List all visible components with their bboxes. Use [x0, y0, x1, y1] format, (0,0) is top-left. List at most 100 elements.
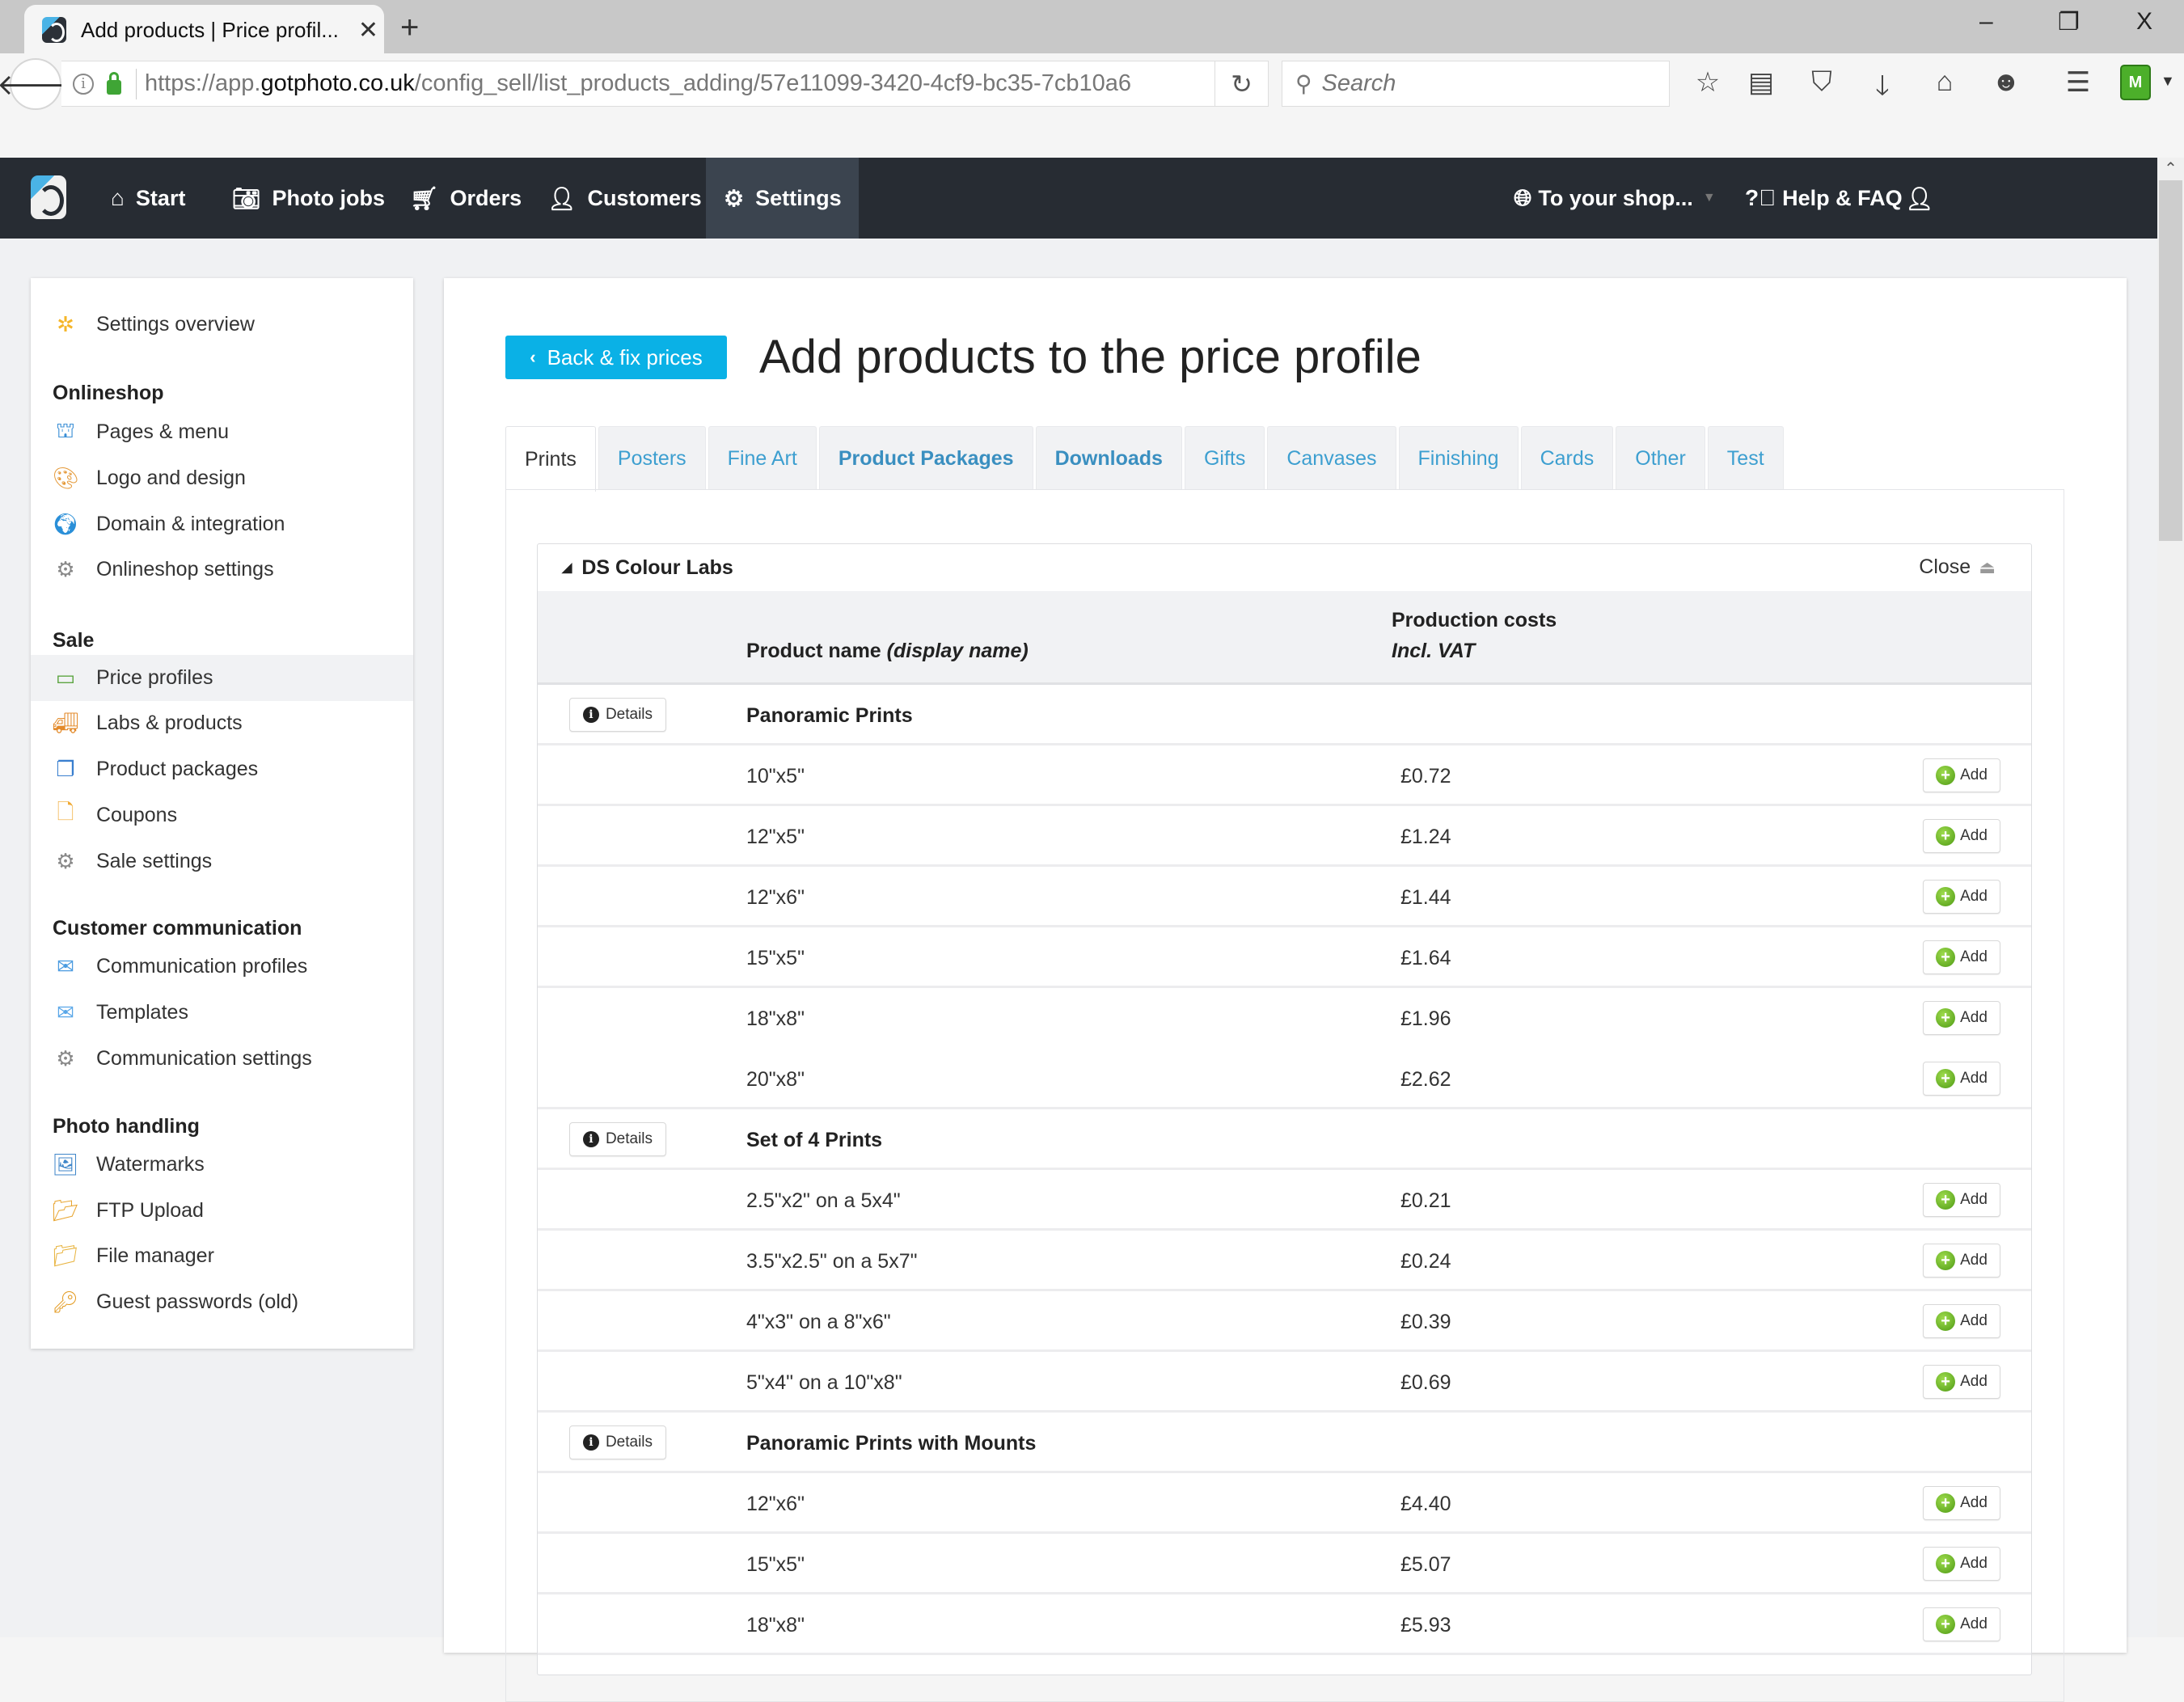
tab-posters[interactable]: Posters	[598, 426, 706, 490]
browser-tab[interactable]: Add products | Price profil... ✕	[24, 5, 384, 55]
tab-finishing[interactable]: Finishing	[1398, 426, 1519, 490]
product-price: £0.24	[1400, 1250, 1451, 1273]
tab-gifts[interactable]: Gifts	[1184, 426, 1265, 490]
sidebar-item-communication-profiles[interactable]: ✉ Communication profiles	[31, 944, 413, 988]
menu-icon[interactable]: ☰	[2060, 66, 2096, 99]
nav-photo-jobs[interactable]: 📷︎ Photo jobs	[214, 158, 403, 239]
add-product-button[interactable]: + Add	[1923, 940, 2000, 974]
back-fix-prices-button[interactable]: ‹ Back & fix prices	[505, 336, 727, 379]
add-label: Add	[1960, 1373, 1988, 1390]
sidebar-item-settings-overview[interactable]: ✲ Settings overview	[31, 302, 413, 346]
restore-button[interactable]: ❐	[2058, 8, 2080, 36]
sidebar-item-price-profiles[interactable]: ▭ Price profiles	[31, 655, 413, 701]
chat-icon[interactable]: ☻	[1988, 66, 2024, 98]
lab-header[interactable]: ◢ DS Colour Labs Close ⏏	[538, 544, 2031, 591]
address-bar[interactable]: i https://app.gotphoto.co.uk/config_sell…	[61, 61, 1269, 107]
reload-icon[interactable]: ↻	[1215, 61, 1268, 106]
browser-back-button[interactable]: 🡐	[0, 58, 74, 110]
details-button[interactable]: i Details	[569, 1425, 666, 1459]
account-button[interactable]: 👤︎	[1905, 158, 1945, 239]
tab-cards[interactable]: Cards	[1520, 426, 1614, 490]
plus-circle-icon: +	[1936, 948, 1956, 967]
add-product-button[interactable]: + Add	[1923, 1486, 2000, 1520]
page-scrollbar[interactable]: ⌃	[2157, 158, 2184, 1637]
sidebar-item-domain-integration[interactable]: 🌍︎ Domain & integration	[31, 502, 413, 546]
reader-list-icon[interactable]: ▤	[1743, 66, 1779, 99]
add-product-button[interactable]: + Add	[1923, 1001, 2000, 1035]
sidebar-item-label: FTP Upload	[96, 1198, 204, 1222]
app-logo[interactable]	[31, 175, 66, 219]
home-icon[interactable]: ⌂	[1927, 66, 1962, 98]
chevron-down-icon[interactable]: ▼	[2161, 73, 2175, 90]
tab-downloads[interactable]: Downloads	[1035, 426, 1182, 490]
sidebar-item-communication-settings[interactable]: ⚙ Communication settings	[31, 1037, 413, 1080]
sidebar-item-guest-passwords[interactable]: 🔑︎ Guest passwords (old)	[31, 1280, 413, 1324]
nav-start[interactable]: ⌂ Start	[93, 158, 203, 239]
url-text[interactable]: https://app.gotphoto.co.uk/config_sell/l…	[145, 70, 1164, 97]
info-icon[interactable]: i	[73, 73, 94, 95]
plus-circle-icon: +	[1936, 766, 1956, 785]
download-icon[interactable]: 🡓	[1865, 66, 1900, 112]
gear-icon: ⚙	[56, 556, 75, 581]
star-icon[interactable]: ☆	[1690, 66, 1726, 99]
help-faq-link[interactable]: ?⃝ Help & FAQ	[1745, 158, 1903, 239]
sidebar-item-pages-menu[interactable]: ⛫ Pages & menu	[31, 410, 413, 454]
search-input[interactable]	[1321, 70, 1645, 97]
sidebar-item-templates[interactable]: ✉ Templates	[31, 990, 413, 1034]
close-window-button[interactable]: X	[2136, 8, 2152, 36]
details-button[interactable]: i Details	[569, 1122, 666, 1156]
nav-settings[interactable]: ⚙ Settings	[706, 158, 859, 239]
pocket-icon[interactable]: ⛉	[1804, 66, 1840, 98]
sidebar-item-logo-design[interactable]: 🎨︎ Logo and design	[31, 456, 413, 500]
add-product-button[interactable]: + Add	[1923, 1183, 2000, 1217]
minimize-button[interactable]: –	[1979, 8, 1993, 36]
product-name: 12"x5"	[746, 826, 805, 848]
tab-other[interactable]: Other	[1616, 426, 1705, 490]
add-product-button[interactable]: + Add	[1923, 1304, 2000, 1338]
collapse-triangle-icon[interactable]: ◢	[562, 560, 572, 576]
add-product-button[interactable]: + Add	[1923, 1547, 2000, 1581]
tab-fine-art[interactable]: Fine Art	[708, 426, 817, 490]
tab-product-packages[interactable]: Product Packages	[818, 426, 1033, 490]
tab-test[interactable]: Test	[1707, 426, 1784, 490]
browser-tab-strip: Add products | Price profil... ✕ + – ❐ X	[0, 0, 2184, 55]
add-product-button[interactable]: + Add	[1923, 1244, 2000, 1278]
product-price: £0.72	[1400, 765, 1451, 788]
tab-canvases[interactable]: Canvases	[1267, 426, 1396, 490]
add-product-button[interactable]: + Add	[1923, 1365, 2000, 1399]
lab-close-button[interactable]: Close ⏏	[1919, 555, 1996, 579]
site-favicon-icon	[42, 17, 66, 43]
sidebar-item-watermarks[interactable]: 🖼︎ Watermarks	[31, 1142, 413, 1186]
sidebar-item-ftp-upload[interactable]: 📂︎ FTP Upload	[31, 1189, 413, 1232]
camera-icon: 📷︎	[232, 185, 261, 211]
scroll-up-icon[interactable]: ⌃	[2157, 158, 2184, 180]
add-product-button[interactable]: + Add	[1923, 1607, 2000, 1641]
add-product-button[interactable]: + Add	[1923, 758, 2000, 792]
question-icon: ?⃝	[1745, 185, 1776, 210]
add-product-button[interactable]: + Add	[1923, 819, 2000, 853]
sidebar-item-coupons[interactable]: 🗋 Coupons	[31, 793, 413, 837]
product-group-name: Panoramic Prints	[746, 704, 913, 727]
details-button[interactable]: i Details	[569, 698, 666, 732]
product-price: £5.07	[1400, 1553, 1451, 1576]
extension-icon[interactable]: M	[2120, 65, 2151, 100]
close-tab-icon[interactable]: ✕	[358, 16, 378, 44]
nav-customers[interactable]: 👤︎ Customers	[530, 158, 720, 239]
tab-prints[interactable]: Prints	[505, 426, 596, 492]
product-name: 18"x8"	[746, 1614, 805, 1637]
sidebar-item-labs-products[interactable]: 🚚︎ Labs & products	[31, 701, 413, 745]
add-label: Add	[1960, 948, 1988, 965]
add-product-button[interactable]: + Add	[1923, 880, 2000, 914]
sidebar-item-file-manager[interactable]: 📁︎ File manager	[31, 1234, 413, 1278]
close-label: Close	[1919, 555, 1971, 578]
scrollbar-thumb[interactable]	[2159, 180, 2182, 541]
url-domain: gotphoto.co.uk	[260, 70, 415, 96]
to-your-shop-dropdown[interactable]: 🌐︎ To your shop... ▼	[1514, 158, 1716, 239]
add-product-button[interactable]: + Add	[1923, 1062, 2000, 1096]
browser-search-box[interactable]: ⚲	[1282, 61, 1670, 107]
sidebar-item-onlineshop-settings[interactable]: ⚙ Onlineshop settings	[31, 547, 413, 591]
new-tab-button[interactable]: +	[400, 10, 419, 46]
nav-orders[interactable]: 🛒︎ Orders	[392, 158, 539, 239]
sidebar-item-sale-settings[interactable]: ⚙ Sale settings	[31, 839, 413, 883]
sidebar-item-product-packages[interactable]: ❐ Product packages	[31, 747, 413, 791]
